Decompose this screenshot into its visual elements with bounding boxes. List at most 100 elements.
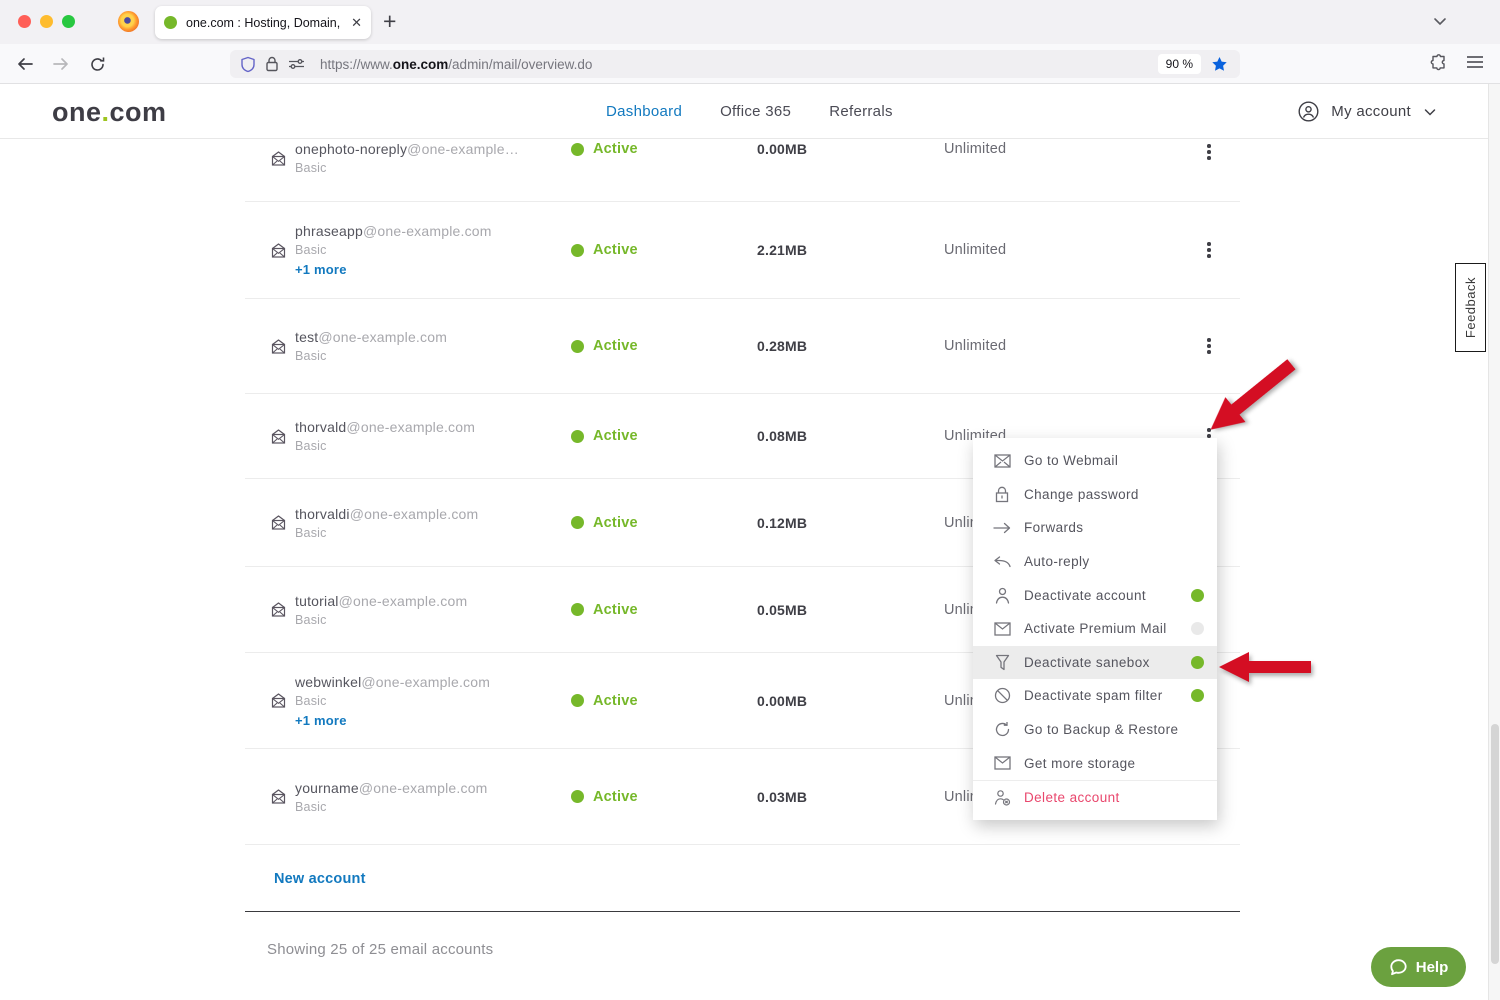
status-label: Active (593, 141, 638, 157)
maximize-window-button[interactable] (62, 15, 75, 28)
url-bar[interactable]: https://www.one.com/admin/mail/overview.… (230, 50, 1240, 78)
annotation-arrow-to-sanebox (1219, 649, 1311, 685)
minimize-window-button[interactable] (40, 15, 53, 28)
menu-item-deactivate-sanebox[interactable]: Deactivate sanebox (973, 646, 1217, 680)
quota-value: Unlimited (944, 242, 1006, 258)
quota-value: Unlimited (944, 338, 1006, 354)
chevron-down-icon (1423, 105, 1437, 119)
arrow-right-icon (993, 522, 1011, 534)
lock-icon[interactable] (265, 56, 279, 72)
person-delete-icon (993, 789, 1011, 806)
mail-account-icon (270, 692, 287, 709)
plan-label: Basic (295, 161, 519, 175)
menu-item-forwards[interactable]: Forwards (973, 511, 1217, 545)
scrollbar-thumb[interactable] (1491, 724, 1499, 964)
back-button[interactable] (14, 53, 36, 75)
hamburger-menu-icon[interactable] (1466, 54, 1484, 70)
status-dot (571, 430, 584, 443)
more-aliases-link[interactable]: +1 more (295, 262, 492, 277)
nav-office-365[interactable]: Office 365 (720, 103, 791, 120)
account-cell: thorvaldi@one-example.com Basic (270, 506, 478, 540)
quota-value: Unlimited (944, 141, 1006, 157)
menu-item-activate-premium-mail[interactable]: Activate Premium Mail (973, 612, 1217, 646)
browser-tab-bar: one.com : Hosting, Domain, Ema ✕ + (0, 0, 1500, 44)
status-badge: Active (571, 515, 638, 531)
close-window-button[interactable] (18, 15, 31, 28)
menu-item-change-password[interactable]: Change password (973, 478, 1217, 512)
mail-account-icon (270, 601, 287, 618)
extensions-puzzle-icon[interactable] (1430, 54, 1448, 72)
mail-account-icon (270, 514, 287, 531)
email-address: yourname@one-example.com (295, 780, 488, 796)
help-button[interactable]: Help (1371, 947, 1466, 987)
status-dot (571, 516, 584, 529)
main-nav: Dashboard Office 365 Referrals (606, 84, 893, 139)
mailbox-size: 0.00MB (757, 693, 807, 709)
mailbox-size: 0.28MB (757, 338, 807, 354)
browser-toolbar: https://www.one.com/admin/mail/overview.… (0, 44, 1500, 84)
table-row: test@one-example.com Basic Active 0.28MB… (245, 299, 1240, 394)
toggle-state-dot (1191, 689, 1204, 702)
new-account-link[interactable]: New account (274, 871, 366, 887)
mailbox-size: 0.12MB (757, 515, 807, 531)
email-address: thorvaldi@one-example.com (295, 506, 478, 522)
row-kebab-menu-button[interactable] (1200, 141, 1218, 163)
shield-icon[interactable] (240, 56, 256, 73)
page-scrollbar[interactable] (1488, 84, 1500, 1000)
browser-tab[interactable]: one.com : Hosting, Domain, Ema ✕ (155, 6, 371, 39)
email-address: webwinkel@one-example.com (295, 674, 490, 690)
menu-item-deactivate-spam-filter[interactable]: Deactivate spam filter (973, 679, 1217, 713)
toggle-state-dot (1191, 589, 1204, 602)
more-aliases-link[interactable]: +1 more (295, 713, 490, 728)
account-cell: webwinkel@one-example.com Basic +1 more (270, 674, 490, 728)
status-label: Active (593, 789, 638, 805)
plan-label: Basic (295, 613, 467, 627)
plan-label: Basic (295, 439, 475, 453)
status-badge: Active (571, 693, 638, 709)
toggle-state-dot (1191, 622, 1204, 635)
account-cell: yourname@one-example.com Basic (270, 780, 488, 814)
nav-dashboard[interactable]: Dashboard (606, 103, 682, 120)
menu-item-get-more-storage[interactable]: Get more storage (973, 746, 1217, 780)
account-cell: tutorial@one-example.com Basic (270, 593, 467, 627)
mailbox-size: 2.21MB (757, 242, 807, 258)
menu-item-go-to-backup-restore[interactable]: Go to Backup & Restore (973, 713, 1217, 747)
menu-item-delete-account[interactable]: Delete account (973, 780, 1217, 814)
row-kebab-menu-button[interactable] (1200, 239, 1218, 261)
help-label: Help (1416, 959, 1449, 976)
my-account-menu[interactable]: My account (1298, 84, 1437, 139)
envelope-icon (993, 756, 1011, 770)
status-dot (571, 340, 584, 353)
menu-item-deactivate-account[interactable]: Deactivate account (973, 578, 1217, 612)
table-row: phraseapp@one-example.com Basic +1 more … (245, 202, 1240, 299)
status-dot (571, 244, 584, 257)
user-avatar-icon (1298, 101, 1319, 122)
permissions-icon[interactable] (288, 57, 305, 71)
nav-referrals[interactable]: Referrals (829, 103, 893, 120)
account-cell: onephoto-noreply@one-example… Basic (270, 141, 519, 175)
reply-arrow-icon (993, 556, 1011, 568)
menu-item-auto-reply[interactable]: Auto-reply (973, 545, 1217, 579)
status-dot (571, 603, 584, 616)
menu-item-go-to-webmail[interactable]: Go to Webmail (973, 444, 1217, 478)
reload-button[interactable] (86, 53, 108, 75)
row-kebab-menu-button[interactable] (1200, 335, 1218, 357)
status-badge: Active (571, 338, 638, 354)
my-account-label: My account (1331, 103, 1411, 120)
email-address: test@one-example.com (295, 329, 447, 345)
chat-bubble-icon (1389, 958, 1408, 977)
tab-list-chevron-icon[interactable] (1432, 13, 1448, 34)
account-context-menu: Go to Webmail Change password Forwards A… (973, 438, 1217, 820)
status-badge: Active (571, 242, 638, 258)
tab-favicon (164, 16, 177, 29)
new-tab-button[interactable]: + (383, 8, 396, 35)
tab-close-icon[interactable]: ✕ (351, 16, 362, 29)
mail-account-icon (270, 788, 287, 805)
zoom-level-badge[interactable]: 90 % (1158, 54, 1201, 74)
plan-label: Basic (295, 243, 492, 257)
forward-button[interactable] (50, 53, 72, 75)
bookmark-star-icon[interactable] (1211, 56, 1228, 73)
webmail-envelope-icon (993, 454, 1011, 468)
one-com-logo[interactable]: one.com (52, 97, 167, 128)
feedback-tab[interactable]: Feedback (1455, 263, 1486, 352)
